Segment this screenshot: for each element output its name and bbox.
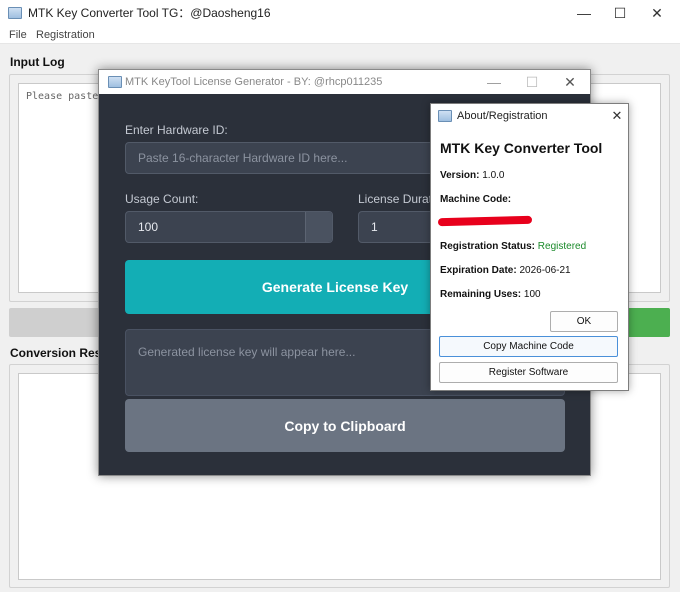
about-title: About/Registration: [457, 110, 548, 122]
menu-bar: File Registration: [0, 26, 680, 44]
main-window-title: MTK Key Converter Tool TG：@Daosheng16: [28, 6, 271, 20]
usage-count-input[interactable]: 100: [125, 211, 333, 243]
input-log-placeholder: Please paste: [26, 91, 99, 102]
close-button[interactable]: ✕: [634, 0, 680, 26]
copy-to-clipboard-button[interactable]: Copy to Clipboard: [125, 399, 565, 452]
main-titlebar[interactable]: MTK Key Converter Tool TG：@Daosheng16 — …: [0, 0, 680, 26]
license-duration-value: 1: [371, 220, 378, 234]
remaining-uses-row: Remaining Uses: 100: [440, 289, 541, 300]
input-log-label: Input Log: [10, 55, 65, 69]
registration-status-row: Registration Status: Registered: [440, 241, 586, 252]
version-label: Version:: [440, 170, 480, 181]
hardware-id-label: Enter Hardware ID:: [125, 123, 228, 137]
registration-status-value: Registered: [537, 241, 587, 252]
machine-code-label: Machine Code:: [440, 194, 512, 205]
remaining-uses-value: 100: [523, 289, 541, 300]
ok-button[interactable]: OK: [550, 311, 618, 332]
about-close-button[interactable]: ✕: [605, 104, 629, 128]
about-app-icon: [438, 110, 452, 122]
machine-code-redaction: [437, 215, 533, 227]
usage-count-label: Usage Count:: [125, 192, 199, 206]
menu-registration[interactable]: Registration: [36, 26, 95, 44]
app-icon: [8, 7, 22, 19]
version-value: 1.0.0: [482, 170, 505, 181]
expiration-value: 2026-06-21: [519, 265, 571, 276]
hardware-id-input[interactable]: Paste 16-character Hardware ID here...: [125, 142, 455, 174]
version-row: Version: 1.0.0: [440, 170, 505, 181]
license-duration-input[interactable]: 1: [358, 211, 438, 243]
generator-titlebar[interactable]: MTK KeyTool License Generator - BY: @rhc…: [99, 70, 590, 94]
about-registration-dialog: About/Registration ✕ MTK Key Converter T…: [430, 103, 629, 391]
menu-file[interactable]: File: [9, 26, 27, 44]
about-app-name: MTK Key Converter Tool: [440, 140, 603, 156]
generator-close-button[interactable]: ✕: [547, 70, 593, 94]
remaining-uses-label: Remaining Uses:: [440, 289, 522, 300]
machine-code-row: Machine Code:: [440, 194, 511, 205]
generate-license-key-label: Generate License Key: [261, 279, 409, 295]
usage-count-spinner[interactable]: [305, 212, 332, 242]
register-software-button[interactable]: Register Software: [439, 362, 618, 383]
license-duration-label: License Durati: [358, 192, 435, 206]
generator-title: MTK KeyTool License Generator - BY: @rhc…: [125, 76, 383, 88]
expiration-label: Expiration Date:: [440, 265, 517, 276]
copy-machine-code-button[interactable]: Copy Machine Code: [439, 336, 618, 357]
usage-count-value: 100: [138, 220, 159, 234]
registration-status-label: Registration Status:: [440, 241, 536, 252]
conversion-results-label: Conversion Resu: [10, 346, 109, 360]
copy-to-clipboard-label: Copy to Clipboard: [284, 417, 406, 434]
expiration-row: Expiration Date: 2026-06-21: [440, 265, 571, 276]
generator-app-icon: [108, 76, 122, 88]
